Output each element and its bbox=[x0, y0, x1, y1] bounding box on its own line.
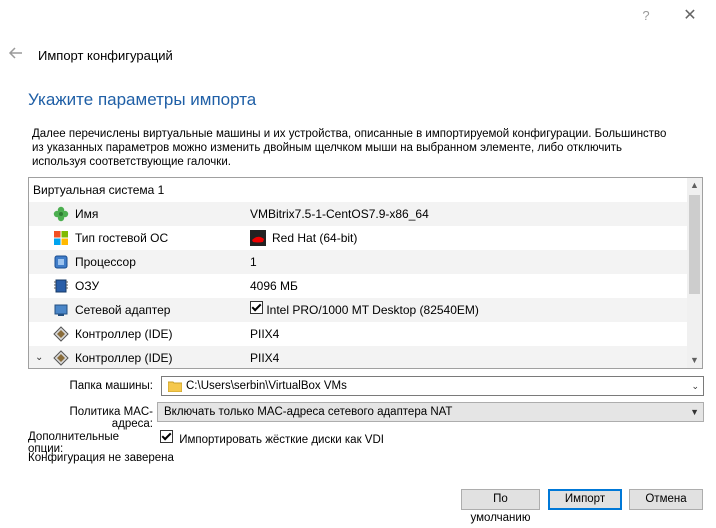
tree-row-network-adapter[interactable]: Сетевой адаптер Intel PRO/1000 MT Deskto… bbox=[29, 298, 687, 322]
row-value: Intel PRO/1000 MT Desktop (82540EM) bbox=[250, 298, 479, 322]
os-type-icon bbox=[54, 231, 68, 245]
appliance-settings-tree[interactable]: Виртуальная система 1 Имя VMBitrix7.5-1-… bbox=[28, 177, 703, 369]
signature-status: Конфигурация не заверена bbox=[28, 452, 174, 464]
tree-row-name[interactable]: Имя VMBitrix7.5-1-CentOS7.9-x86_64 bbox=[29, 202, 687, 226]
machine-folder-value: C:\Users\serbin\VirtualBox VMs bbox=[186, 380, 347, 392]
network-adapter-checkbox[interactable] bbox=[250, 301, 263, 314]
row-name: Сетевой адаптер bbox=[75, 303, 171, 317]
redhat-icon bbox=[250, 230, 266, 246]
row-value: 1 bbox=[250, 255, 257, 269]
virtual-system-group[interactable]: Виртуальная система 1 bbox=[29, 178, 687, 202]
row-value: PIIX4 bbox=[250, 327, 280, 341]
row-name: Контроллер (IDE) bbox=[75, 351, 173, 365]
tree-row-ram[interactable]: ОЗУ 4096 МБ bbox=[29, 274, 687, 298]
ide-controller-icon bbox=[53, 350, 69, 366]
group-label: Виртуальная система 1 bbox=[33, 183, 165, 197]
expand-chevron-icon[interactable]: ⌄ bbox=[35, 346, 47, 368]
machine-folder-label: Папка машины: bbox=[69, 380, 153, 392]
import-appliance-dialog: ? ✕ Импорт конфигураций Укажите параметр… bbox=[0, 0, 716, 524]
mac-policy-label: Политика MAC-адреса: bbox=[69, 406, 154, 430]
machine-folder-combo[interactable]: C:\Users\serbin\VirtualBox VMs ⌄ bbox=[161, 376, 704, 396]
row-value: PIIX4 bbox=[250, 351, 280, 365]
row-name: ОЗУ bbox=[75, 279, 100, 293]
tree-row-processor[interactable]: Процессор 1 bbox=[29, 250, 687, 274]
row-name: Имя bbox=[75, 207, 99, 221]
name-icon bbox=[53, 206, 69, 222]
row-value: VMBitrix7.5-1-CentOS7.9-x86_64 bbox=[250, 207, 429, 221]
row-value: Red Hat (64-bit) bbox=[272, 231, 358, 245]
tree-row-ide-controller[interactable]: Контроллер (IDE) PIIX4 bbox=[29, 322, 687, 346]
tree-row-os-type[interactable]: Тип гостевой ОС Red Hat (64-bit) bbox=[29, 226, 687, 250]
network-adapter-icon bbox=[54, 304, 68, 316]
mac-policy-combo[interactable]: Включать только MAC-адреса сетевого адап… bbox=[157, 402, 704, 422]
cancel-button[interactable]: Отмена bbox=[629, 489, 703, 510]
row-name: Процессор bbox=[75, 255, 136, 269]
tree-scrollbar[interactable]: ▲ ▼ bbox=[687, 178, 702, 368]
scroll-up-icon[interactable]: ▲ bbox=[687, 178, 702, 193]
folder-icon bbox=[168, 381, 182, 392]
network-adapter-value: Intel PRO/1000 MT Desktop (82540EM) bbox=[266, 303, 479, 317]
processor-icon bbox=[54, 255, 68, 269]
wizard-title: Импорт конфигураций bbox=[38, 48, 173, 63]
scroll-down-icon[interactable]: ▼ bbox=[687, 353, 702, 368]
dropdown-arrow-icon: ▼ bbox=[690, 407, 699, 417]
page-heading: Укажите параметры импорта bbox=[28, 90, 257, 109]
import-button[interactable]: Импорт bbox=[548, 489, 622, 510]
row-value: 4096 МБ bbox=[250, 279, 298, 293]
import-vdi-checkbox[interactable] bbox=[160, 430, 173, 443]
close-button[interactable]: ✕ bbox=[680, 6, 700, 26]
restore-defaults-button[interactable]: По умолчанию bbox=[461, 489, 540, 524]
import-vdi-label: Импортировать жёсткие диски как VDI bbox=[179, 434, 384, 446]
chevron-down-icon: ⌄ bbox=[691, 381, 699, 391]
mac-policy-value: Включать только MAC-адреса сетевого адап… bbox=[164, 406, 453, 418]
tree-row-ide-controller-expanded[interactable]: ⌄ Контроллер (IDE) PIIX4 bbox=[29, 346, 687, 368]
import-vdi-option[interactable]: Импортировать жёсткие диски как VDI bbox=[160, 430, 384, 446]
ram-icon bbox=[54, 279, 68, 293]
description-text: Далее перечислены виртуальные машины и и… bbox=[32, 128, 667, 168]
row-name: Контроллер (IDE) bbox=[75, 327, 173, 341]
ide-controller-icon bbox=[53, 326, 69, 342]
row-name: Тип гостевой ОС bbox=[75, 231, 169, 245]
help-button[interactable]: ? bbox=[636, 6, 656, 26]
scroll-thumb[interactable] bbox=[689, 195, 700, 294]
back-arrow-icon[interactable] bbox=[8, 46, 24, 60]
